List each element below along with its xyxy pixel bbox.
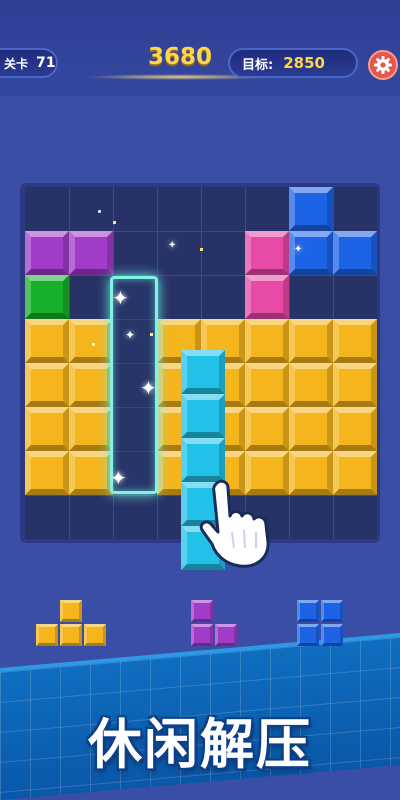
board-block-yellow — [289, 451, 333, 495]
piece-block — [36, 624, 58, 646]
slogan-text: 休闲解压 — [88, 713, 312, 776]
board-block-yellow — [69, 363, 113, 407]
board-block-pink — [245, 275, 289, 319]
board-block-yellow — [25, 319, 69, 363]
board-block-yellow — [69, 451, 113, 495]
board-block-yellow — [289, 407, 333, 451]
piece-block — [297, 600, 319, 622]
board-block-yellow — [245, 319, 289, 363]
board-block-pink — [245, 231, 289, 275]
sparkle-icon: ✦ — [140, 376, 157, 400]
sparkle-icon: ✦ — [112, 286, 129, 310]
dragged-block — [181, 394, 225, 438]
board-block-yellow — [69, 319, 113, 363]
piece-block — [60, 624, 82, 646]
piece-block — [60, 600, 82, 622]
goal-indicator: 目标: 2850 — [228, 48, 358, 78]
piece-block — [321, 624, 343, 646]
dragged-block — [181, 350, 225, 394]
board-block-yellow — [25, 407, 69, 451]
sparkle-dot — [150, 333, 153, 336]
board-block-green — [25, 275, 69, 319]
board-block-purple — [69, 231, 113, 275]
board-block-yellow — [333, 363, 377, 407]
level-label: 关卡 — [4, 56, 29, 71]
board-block-yellow — [289, 363, 333, 407]
board-block-purple — [25, 231, 69, 275]
sparkle-icon: ✦ — [294, 244, 303, 255]
level-value: 71 — [36, 55, 56, 71]
sparkle-dot — [200, 248, 203, 251]
board-block-yellow — [25, 363, 69, 407]
board-block-yellow — [333, 451, 377, 495]
sparkle-icon: ✦ — [125, 328, 136, 342]
piece-block — [84, 624, 106, 646]
goal-value: 2850 — [283, 54, 325, 72]
board-block-yellow — [289, 319, 333, 363]
pointing-hand-icon — [198, 478, 288, 574]
piece-block — [191, 600, 213, 622]
sparkle-dot — [113, 221, 116, 224]
board-block-yellow — [245, 363, 289, 407]
sparkle-dot — [92, 343, 95, 346]
sparkle-dot — [98, 210, 101, 213]
sparkle-icon: ✦ — [168, 240, 177, 251]
board-block-yellow — [333, 319, 377, 363]
board-block-blue — [289, 187, 333, 231]
board-block-yellow — [245, 407, 289, 451]
dragged-block — [181, 438, 225, 482]
piece-block — [297, 624, 319, 646]
piece-block — [215, 624, 237, 646]
piece-block — [191, 624, 213, 646]
board-block-yellow — [25, 451, 69, 495]
level-indicator: 关卡 71 — [0, 48, 58, 78]
settings-button[interactable] — [368, 50, 398, 80]
goal-label: 目标: — [242, 57, 274, 73]
board-block-blue — [333, 231, 377, 275]
board-block-yellow — [333, 407, 377, 451]
gear-icon — [374, 56, 392, 74]
piece-block — [321, 600, 343, 622]
board-block-yellow — [69, 407, 113, 451]
sparkle-icon: ✦ — [110, 466, 127, 490]
